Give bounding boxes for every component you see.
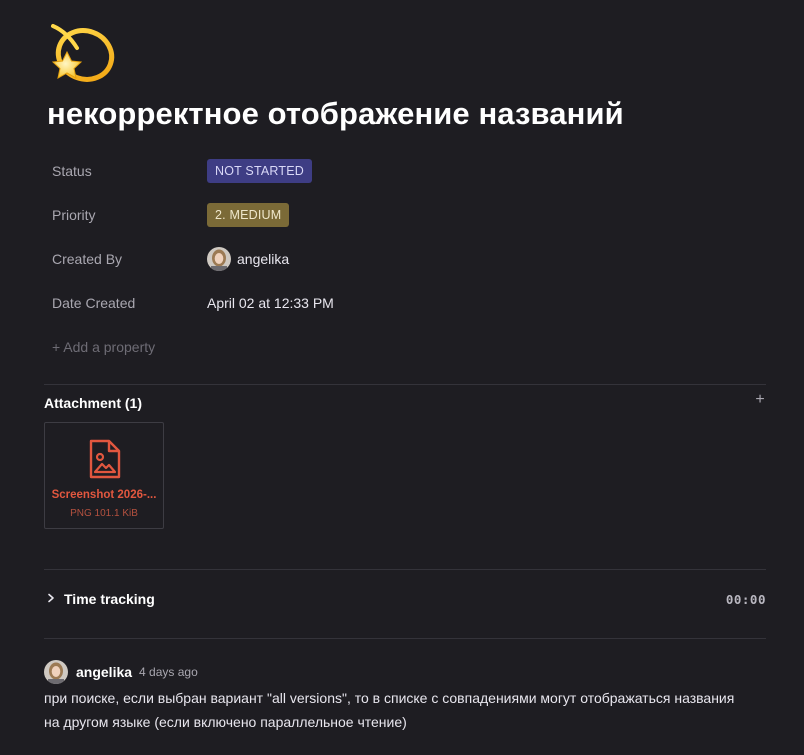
chevron-right-icon[interactable] — [46, 592, 58, 606]
property-label: Status — [52, 163, 92, 179]
time-tracking-value: 00:00 — [725, 591, 766, 607]
attachment-card[interactable]: Screenshot 2026-... PNG 101.1 KiB — [44, 422, 164, 529]
comment-author[interactable]: angelika — [76, 664, 132, 680]
property-date-created: Date Created April 02 at 12:33 PM — [52, 289, 334, 317]
time-tracking-label: Time tracking — [64, 591, 155, 607]
add-attachment-button[interactable]: + — [752, 390, 768, 410]
divider — [44, 569, 766, 570]
attachments-title: Attachment (1) — [44, 395, 143, 411]
avatar[interactable] — [44, 660, 68, 684]
priority-badge[interactable]: 2. MEDIUM — [207, 203, 290, 227]
property-label: Priority — [52, 207, 96, 223]
time-tracking-row[interactable]: Time tracking 00:00 — [44, 588, 766, 610]
property-label: Created By — [52, 251, 123, 267]
comment-timestamp: 4 days ago — [139, 665, 198, 679]
status-badge[interactable]: NOT STARTED — [207, 159, 313, 183]
date-created-value: April 02 at 12:33 PM — [207, 295, 334, 311]
page-title[interactable]: некорректное отображение названий — [47, 96, 624, 132]
divider — [44, 638, 766, 639]
comment-header: angelika 4 days ago — [44, 660, 198, 684]
property-status: Status NOT STARTED — [52, 157, 313, 185]
property-priority: Priority 2. MEDIUM — [52, 201, 290, 229]
avatar[interactable] — [207, 247, 231, 271]
add-property-button[interactable]: + Add a property — [52, 339, 155, 355]
property-created-by: Created By angelika — [52, 245, 289, 273]
property-label: Date Created — [52, 295, 136, 311]
attachment-meta: PNG 101.1 KiB — [70, 508, 138, 519]
image-file-icon — [88, 439, 122, 479]
divider — [44, 384, 766, 385]
attachment-name: Screenshot 2026-... — [51, 489, 157, 501]
plus-icon: + — [755, 391, 765, 408]
comment-text: при поиске, если выбран вариант "all ver… — [44, 690, 735, 730]
shooting-star-icon[interactable] — [47, 18, 119, 90]
creator-name[interactable]: angelika — [237, 251, 289, 267]
